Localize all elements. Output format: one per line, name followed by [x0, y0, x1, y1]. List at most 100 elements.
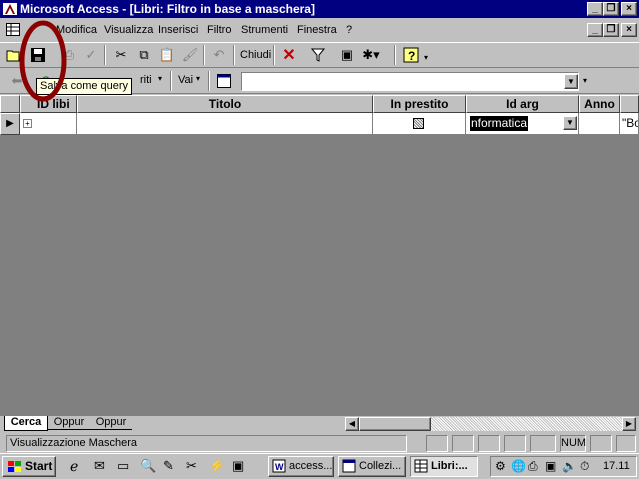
status-panel	[426, 435, 448, 452]
tab-strip: Cerca Oppur Oppur ◀ ▶	[0, 416, 639, 433]
title-bar: Microsoft Access - [Libri: Filtro in bas…	[0, 0, 639, 18]
column-header-titolo[interactable]: Titolo	[77, 95, 373, 113]
separator	[203, 45, 205, 65]
menu-help[interactable]: ?	[346, 24, 352, 36]
scheduler-icon[interactable]: ⏱	[580, 459, 589, 474]
clock[interactable]: 17.11	[603, 460, 630, 472]
doc-restore-button[interactable]: ❐	[603, 23, 619, 37]
format-painter-icon[interactable]: 🖌	[179, 44, 201, 66]
restore-button[interactable]: ❐	[603, 2, 619, 16]
expand-plus-icon[interactable]: +	[23, 119, 32, 128]
num-lock-indicator: NUM	[560, 435, 586, 452]
checkbox-null[interactable]	[413, 118, 424, 129]
table-icon	[414, 459, 428, 473]
separator	[104, 45, 106, 65]
globe-icon[interactable]: 🌐	[511, 459, 526, 473]
status-panel	[616, 435, 636, 452]
cell-anno[interactable]	[579, 113, 620, 135]
menu-filtro[interactable]: Filtro	[207, 24, 231, 36]
tab-oppur-1[interactable]: Oppur	[48, 416, 90, 430]
start-button[interactable]: Start	[2, 456, 56, 477]
separator	[394, 45, 396, 65]
status-panel	[530, 435, 556, 452]
address-dropdown-button[interactable]: ▼	[564, 74, 578, 89]
cell-id-libro[interactable]: +	[20, 113, 77, 135]
separator	[208, 71, 210, 91]
column-header-anno[interactable]: Anno	[579, 95, 620, 113]
paint-icon[interactable]: ✂	[186, 458, 197, 474]
cut-icon[interactable]: ✂	[110, 44, 132, 66]
window-icon[interactable]: ▣	[336, 44, 358, 66]
cell-next[interactable]: "Bo	[620, 113, 639, 135]
status-panel	[478, 435, 500, 452]
doc-close-button[interactable]: ×	[621, 23, 637, 37]
menu-inserisci[interactable]: Inserisci	[158, 24, 198, 36]
column-header-id-arg[interactable]: Id arg	[466, 95, 579, 113]
spellcheck-icon[interactable]: ✓	[80, 44, 102, 66]
horizontal-scrollbar-thumb[interactable]	[359, 417, 431, 431]
help-icon[interactable]: ?	[400, 44, 422, 66]
editor-icon[interactable]: ✎	[163, 458, 174, 474]
go-button[interactable]: Vai	[178, 74, 193, 86]
undo-icon[interactable]: ↶	[208, 44, 230, 66]
menu-strumenti[interactable]: Strumenti	[241, 24, 288, 36]
windows-logo-icon	[8, 461, 21, 472]
show-only-web-toolbar-icon[interactable]	[213, 70, 235, 92]
paste-icon[interactable]: 📋	[156, 44, 178, 66]
cell-id-arg[interactable]: nformatica ▼	[466, 113, 579, 135]
scroll-right-button[interactable]: ▶	[622, 417, 636, 431]
cell-in-prestito[interactable]	[373, 113, 466, 135]
access-key-icon	[3, 3, 17, 15]
display-icon[interactable]: ▣	[545, 459, 556, 473]
minimize-button[interactable]: _	[587, 2, 603, 16]
menu-finestra[interactable]: Finestra	[297, 24, 337, 36]
delete-icon[interactable]: ✕	[278, 44, 300, 66]
menu-visualizza[interactable]: Visualizza	[104, 24, 153, 36]
close-button[interactable]: ×	[621, 2, 637, 16]
printer-icon[interactable]: ⎙	[528, 459, 538, 474]
column-header-in-prestito[interactable]: In prestito	[373, 95, 466, 113]
separator	[233, 45, 235, 65]
separator	[273, 45, 275, 65]
window-icon	[342, 459, 356, 473]
favorites-button[interactable]: riti	[140, 74, 152, 86]
id-arg-dropdown-button[interactable]: ▼	[563, 116, 577, 130]
filter-icon[interactable]	[307, 44, 329, 66]
column-header-next[interactable]	[620, 95, 639, 113]
explorer-icon[interactable]: 🔍	[140, 458, 156, 474]
chevron-down-icon[interactable]: ▾	[196, 74, 200, 83]
highlight-ellipse	[19, 20, 67, 102]
row-selector-arrow-icon[interactable]: ▶	[0, 113, 20, 135]
svg-text:W: W	[275, 462, 284, 472]
status-bar: Visualizzazione Maschera NUM	[0, 434, 639, 453]
outlook-icon[interactable]: ✉	[94, 458, 105, 474]
menu-bar: Modifica Visualizza Inserisci Filtro Str…	[0, 19, 639, 41]
chevron-down-icon[interactable]: ▾	[158, 74, 162, 83]
status-panel	[452, 435, 474, 452]
separator	[170, 71, 172, 91]
window-title: Microsoft Access - [Libri: Filtro in bas…	[20, 2, 315, 16]
address-input[interactable]	[241, 72, 579, 91]
new-object-icon[interactable]: ✱▾	[360, 44, 382, 66]
status-panel	[504, 435, 526, 452]
start-label: Start	[25, 459, 53, 473]
doc-minimize-button[interactable]: _	[587, 23, 603, 37]
monitor-icon[interactable]: ▣	[232, 458, 244, 474]
id-arg-value[interactable]: nformatica	[470, 116, 529, 131]
desktop-icon[interactable]: ▭	[117, 458, 129, 474]
cell-titolo[interactable]	[77, 113, 373, 135]
tab-cerca[interactable]: Cerca	[4, 416, 48, 431]
speaker-icon[interactable]: 🔈	[562, 459, 577, 473]
chevron-down-icon[interactable]: ▾	[424, 53, 428, 62]
close-filter-button[interactable]: Chiudi	[240, 49, 271, 61]
status-panel	[590, 435, 612, 452]
network-icon[interactable]: ⚙	[495, 459, 506, 473]
status-text: Visualizzazione Maschera	[6, 435, 407, 452]
scroll-left-button[interactable]: ◀	[345, 417, 359, 431]
chevron-down-icon[interactable]: ▾	[583, 76, 587, 85]
ie-icon[interactable]: ℯ	[70, 458, 78, 475]
system-tray: ⚙ 🌐 ⎙ ▣ 🔈 ⏱ 17.11	[490, 456, 637, 477]
copy-icon[interactable]: ⧉	[133, 44, 155, 66]
tab-oppur-2[interactable]: Oppur	[90, 416, 132, 430]
plug-icon[interactable]: ⚡	[209, 458, 225, 474]
